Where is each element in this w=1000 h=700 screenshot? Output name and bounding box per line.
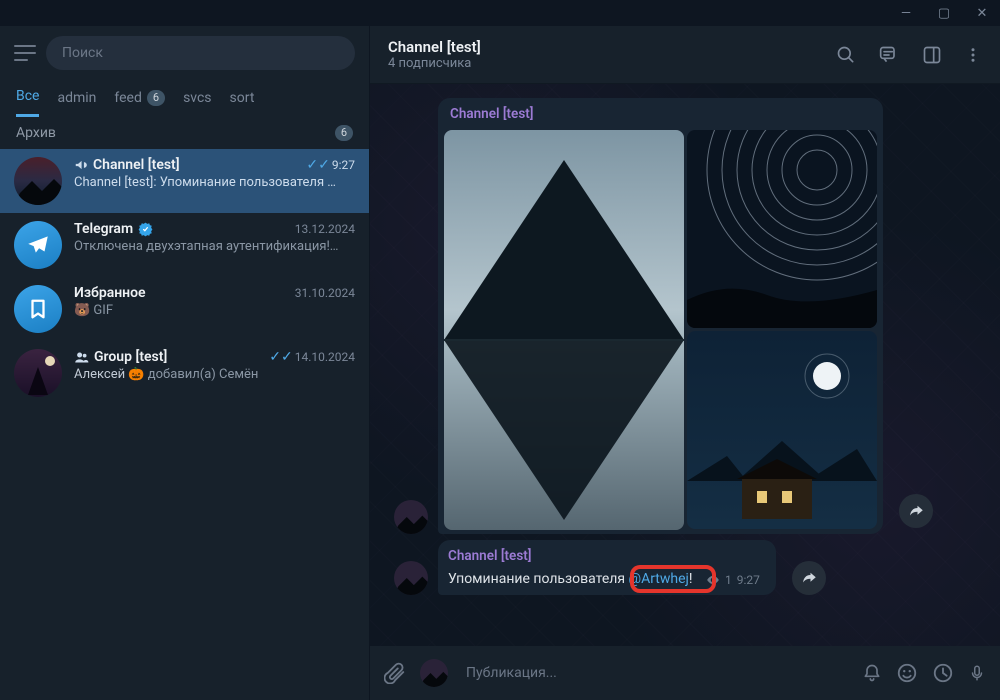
avatar (14, 221, 62, 269)
search-box[interactable] (46, 36, 355, 70)
sidepanel-icon[interactable] (922, 45, 942, 65)
mention-link[interactable]: @Artwhej (629, 571, 689, 587)
tab-feed[interactable]: feed6 (114, 88, 165, 117)
chat-time: ✓✓ 14.10.2024 (269, 349, 355, 365)
window-close-button[interactable]: ✕ (970, 6, 994, 21)
avatar (14, 349, 62, 397)
window-titlebar: — ▢ ✕ (0, 0, 1000, 26)
tab-feed-badge: 6 (147, 90, 165, 106)
conversation-header[interactable]: Channel [test] 4 подписчика (370, 26, 1000, 84)
chat-time: ✓✓ 9:27 (306, 157, 355, 173)
message-row: Channel [test] Упоминание пользователя @… (394, 540, 976, 595)
media-thumb[interactable] (687, 331, 877, 529)
search-icon[interactable] (836, 45, 856, 65)
tab-sort[interactable]: sort (230, 88, 255, 117)
chat-item[interactable]: Channel [test] ✓✓ 9:27 Channel [test]: У… (0, 149, 369, 213)
composer-avatar[interactable] (420, 659, 448, 687)
notifications-icon[interactable] (862, 662, 882, 684)
message-bubble[interactable]: Channel [test] Упоминание пользователя @… (438, 540, 776, 595)
chat-preview: 🐻 GIF (74, 303, 355, 318)
group-icon (74, 350, 89, 365)
message-row: Channel [test] (394, 98, 976, 534)
window-maximize-button[interactable]: ▢ (932, 6, 956, 21)
channel-icon (74, 158, 88, 172)
views-count: 1 (725, 573, 732, 587)
verified-icon (138, 222, 153, 237)
message-text: Упоминание пользователя @Artwhej! 1 9:27 (448, 571, 766, 587)
window-minimize-button[interactable]: — (894, 6, 918, 21)
message-avatar[interactable] (394, 561, 428, 595)
archive-row[interactable]: Архив 6 (0, 117, 369, 149)
sidebar: Все admin feed6 svcs sort Архив 6 Ch (0, 26, 370, 700)
chat-list: Channel [test] ✓✓ 9:27 Channel [test]: У… (0, 149, 369, 700)
chat-name: Group [test] (74, 349, 167, 365)
conversation-subtitle: 4 подписчика (388, 56, 481, 71)
media-album[interactable] (444, 130, 877, 530)
messages-area[interactable]: Channel [test] (370, 84, 1000, 646)
conversation-pane: Channel [test] 4 подписчика Channel [tes… (370, 26, 1000, 700)
chat-item[interactable]: Telegram 13.12.2024 Отключена двухэтапна… (0, 213, 369, 277)
message-time: 9:27 (737, 573, 760, 587)
chat-preview: Алексей 🎃 добавил(а) Семён (74, 367, 355, 382)
message-author: Channel [test] (448, 548, 766, 564)
archive-badge: 6 (335, 125, 353, 141)
views-icon (706, 573, 720, 587)
message-bubble[interactable]: Channel [test] (438, 98, 883, 534)
schedule-icon[interactable] (932, 662, 954, 684)
comments-icon[interactable] (878, 45, 900, 65)
conversation-title: Channel [test] (388, 38, 481, 56)
voice-icon[interactable] (968, 661, 986, 685)
chat-name: Избранное (74, 285, 146, 301)
read-check-icon: ✓✓ (306, 157, 329, 173)
forward-button[interactable] (792, 561, 826, 595)
chat-item[interactable]: Group [test] ✓✓ 14.10.2024 Алексей 🎃 доб… (0, 341, 369, 405)
chat-name: Telegram (74, 221, 153, 237)
chat-time: 13.12.2024 (295, 222, 355, 236)
emoji-icon[interactable] (896, 662, 918, 684)
avatar (14, 157, 62, 205)
more-icon[interactable] (964, 45, 982, 65)
chat-item[interactable]: Избранное 31.10.2024 🐻 GIF (0, 277, 369, 341)
media-thumb[interactable] (444, 130, 684, 530)
forward-button[interactable] (899, 494, 933, 528)
message-author: Channel [test] (444, 104, 877, 126)
folder-tabs: Все admin feed6 svcs sort (0, 80, 369, 117)
avatar (14, 285, 62, 333)
message-avatar[interactable] (394, 500, 428, 534)
chat-preview: Channel [test]: Упоминание пользователя … (74, 175, 355, 190)
composer (370, 646, 1000, 700)
attach-icon[interactable] (384, 662, 406, 684)
composer-input[interactable] (462, 665, 848, 681)
tab-svcs[interactable]: svcs (183, 88, 211, 117)
read-check-icon: ✓✓ (269, 349, 292, 365)
archive-label: Архив (16, 125, 56, 141)
tab-admin[interactable]: admin (57, 88, 96, 117)
chat-preview: Отключена двухэтапная аутентификация!… (74, 239, 355, 254)
chat-time: 31.10.2024 (295, 286, 355, 300)
bookmark-icon (27, 298, 49, 320)
search-input[interactable] (62, 45, 339, 61)
tab-all[interactable]: Все (16, 88, 39, 117)
media-thumb[interactable] (687, 130, 877, 328)
menu-icon[interactable] (14, 44, 36, 62)
chat-name: Channel [test] (74, 157, 180, 173)
